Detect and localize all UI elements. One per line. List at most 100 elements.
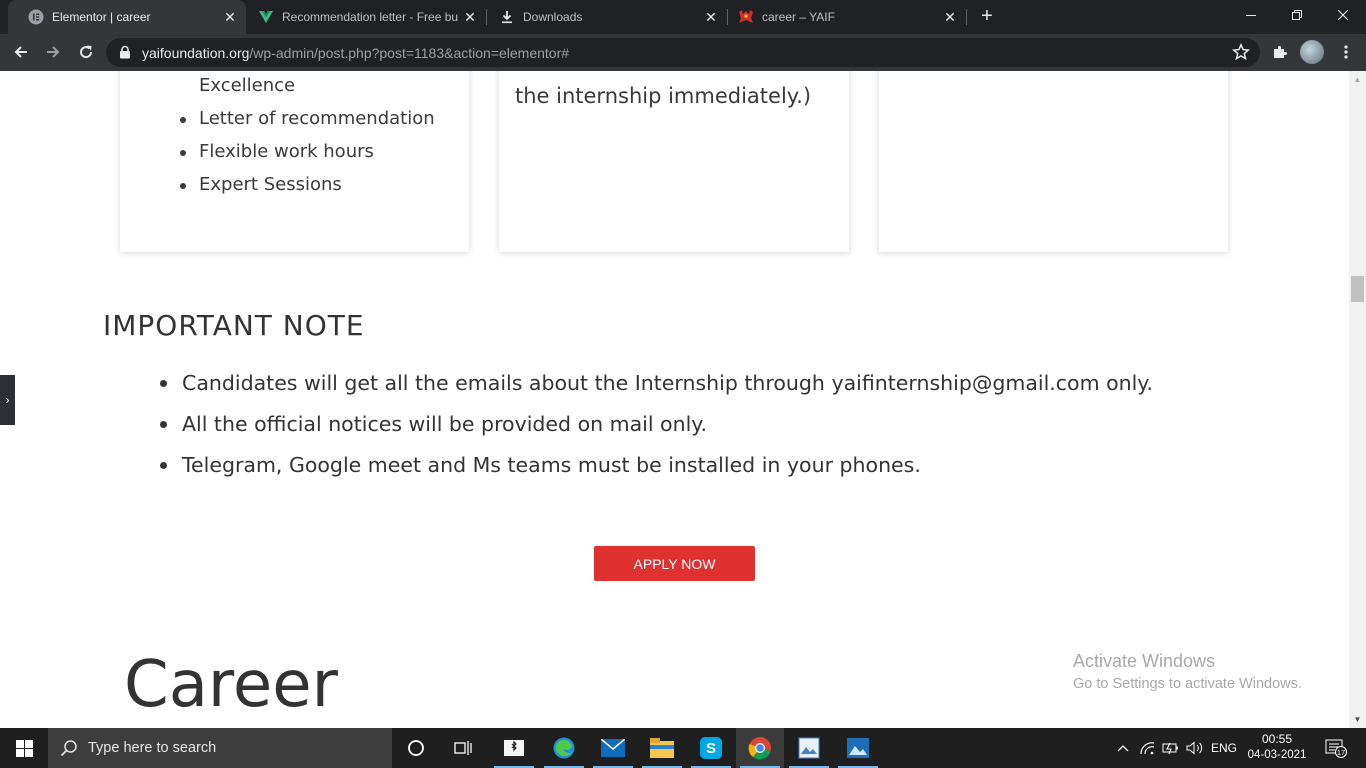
taskbar-photos[interactable] [834,728,882,768]
svg-text:S: S [706,740,716,757]
forward-button[interactable] [41,40,65,64]
yaif-favicon [738,9,754,25]
taskbar-edge[interactable] [540,728,588,768]
minimize-button[interactable] [1228,0,1274,30]
start-button[interactable] [0,728,48,768]
extensions-button[interactable] [1268,40,1292,64]
search-icon [60,740,77,757]
info-card [879,71,1228,252]
language-indicator[interactable]: ENG [1208,728,1240,768]
photos-icon [847,738,869,758]
battery-charging-icon [1162,742,1178,755]
lock-icon[interactable] [118,45,132,59]
career-heading: Career [124,648,338,722]
edge-icon [553,737,575,759]
restore-button[interactable] [1274,0,1320,30]
elementor-favicon [28,9,44,25]
taskbar-chrome[interactable] [736,728,784,768]
notification-count: 17 [1337,748,1345,757]
close-tab-icon[interactable]: ✕ [462,9,478,25]
activate-windows-watermark: Activate Windows Go to Settings to activ… [1073,651,1302,692]
benefit-item: Flexible work hours [180,140,435,173]
apply-now-button[interactable]: APPLY NOW [594,546,755,581]
action-center-button[interactable]: 17 [1318,728,1354,768]
tab-title: Elementor | career [52,10,151,24]
skype-icon: S [700,737,722,759]
benefit-item: Expert Sessions [180,173,435,206]
eligibility-text: the internship immediately.) [515,84,812,108]
taskbar-clock[interactable]: 00:55 04-03-2021 [1246,731,1308,763]
close-tab-icon[interactable]: ✕ [703,9,719,25]
bluetooth-doc-icon [504,740,524,756]
reload-icon [80,45,93,59]
folder-icon [650,738,674,758]
task-view-icon [454,741,472,755]
close-tab-icon[interactable]: ✕ [942,9,958,25]
puzzle-icon [1274,46,1287,58]
battery-tray-button[interactable] [1160,728,1182,768]
benefit-item: Excellence [199,75,296,96]
arrow-right-icon [47,46,60,58]
page-scrollbar[interactable] [1349,71,1366,728]
url-text[interactable]: yaifoundation.org/wp-admin/post.php?post… [142,45,569,61]
profile-avatar[interactable] [1300,40,1324,64]
tab-separator [966,9,967,25]
arrow-left-icon [14,46,27,58]
vercel-v-favicon [258,9,274,25]
more-vert-icon [1344,45,1348,59]
back-button[interactable] [9,40,33,64]
scrollbar-thumb[interactable] [1351,276,1364,302]
page-viewport: Excellence Letter of recommendation Flex… [0,71,1366,728]
tab-career-yaif[interactable]: career – YAIF ✕ [728,0,966,34]
picture-document-icon [798,737,820,759]
chrome-menu-button[interactable] [1334,40,1358,64]
windows-logo-icon [15,739,33,757]
address-bar[interactable]: yaifoundation.org/wp-admin/post.php?post… [106,38,1260,67]
taskbar-file-app[interactable] [490,728,538,768]
windows-taskbar: Type here to search S ENG 00:55 04-03-20… [0,728,1366,768]
scroll-up-arrow-icon[interactable]: ▲ [1349,71,1366,88]
elementor-panel-toggle[interactable]: › [0,375,15,425]
task-view-button[interactable] [440,728,488,768]
watermark-title: Activate Windows [1073,651,1216,671]
note-item: Candidates will get all the emails about… [159,368,1153,409]
show-hidden-icons-button[interactable] [1112,728,1134,768]
taskbar-file-explorer[interactable] [638,728,686,768]
taskbar-mail[interactable] [589,728,637,768]
mail-icon [601,739,625,757]
chevron-up-icon [1117,745,1129,752]
volume-tray-button[interactable] [1184,728,1206,768]
benefit-item: Letter of recommendation [180,107,435,140]
clock-date: 04-03-2021 [1247,749,1307,761]
taskbar-search-box[interactable]: Type here to search [48,728,392,768]
wifi-tray-button[interactable] [1136,728,1158,768]
browser-toolbar: yaifoundation.org/wp-admin/post.php?post… [0,34,1366,71]
note-item: Telegram, Google meet and Ms teams must … [159,450,1153,491]
new-tab-button[interactable]: + [977,6,997,26]
tab-title: Downloads [523,10,583,24]
close-tab-icon[interactable]: ✕ [222,9,238,25]
browser-tab-strip: Elementor | career ✕ Recommendation lett… [0,0,1366,34]
cortana-button[interactable] [392,728,440,768]
tab-recommendation-letter[interactable]: Recommendation letter - Free bu ✕ [246,0,486,34]
download-icon [499,9,515,25]
tab-title: Recommendation letter - Free bu [282,10,459,24]
watermark-subtitle: Go to Settings to activate Windows. [1073,676,1302,692]
reload-button[interactable] [74,40,98,64]
tab-title: career – YAIF [762,10,835,24]
important-note-heading: IMPORTANT NOTE [103,309,365,342]
tab-downloads[interactable]: Downloads ✕ [487,0,727,34]
important-notes-list: Candidates will get all the emails about… [159,368,1153,491]
url-host: yaifoundation.org [142,45,250,61]
scroll-down-arrow-icon[interactable]: ▼ [1349,711,1366,728]
notification-icon: 17 [1325,739,1347,758]
speaker-icon [1186,741,1203,755]
close-window-button[interactable] [1320,0,1366,30]
url-path: /wp-admin/post.php?post=1183&action=elem… [249,45,570,61]
clock-time: 00:55 [1261,732,1293,746]
taskbar-skype[interactable]: S [687,728,735,768]
bookmark-star-icon[interactable] [1232,43,1250,61]
taskbar-image-viewer[interactable] [785,728,833,768]
tab-elementor-career[interactable]: Elementor | career ✕ [8,0,246,34]
note-item: All the official notices will be provide… [159,409,1153,450]
